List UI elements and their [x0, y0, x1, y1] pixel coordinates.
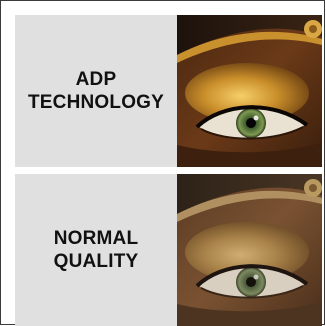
label-line-1: ADP	[75, 69, 117, 90]
comparison-panel-normal: NORMAL QUALITY	[15, 174, 322, 326]
label-line-1: NORMAL	[53, 228, 139, 249]
comparison-frame: ADP TECHNOLOGY NORMAL QUALITY	[0, 0, 325, 326]
eye-photo-normal	[177, 174, 322, 326]
comparison-panel-adp: ADP TECHNOLOGY	[15, 15, 322, 167]
label-line-2: TECHNOLOGY	[27, 92, 165, 113]
panel-label-normal: NORMAL QUALITY	[15, 174, 177, 326]
label-line-2: QUALITY	[53, 251, 139, 272]
panel-label-adp: ADP TECHNOLOGY	[15, 15, 177, 167]
eye-photo-adp	[177, 15, 322, 167]
